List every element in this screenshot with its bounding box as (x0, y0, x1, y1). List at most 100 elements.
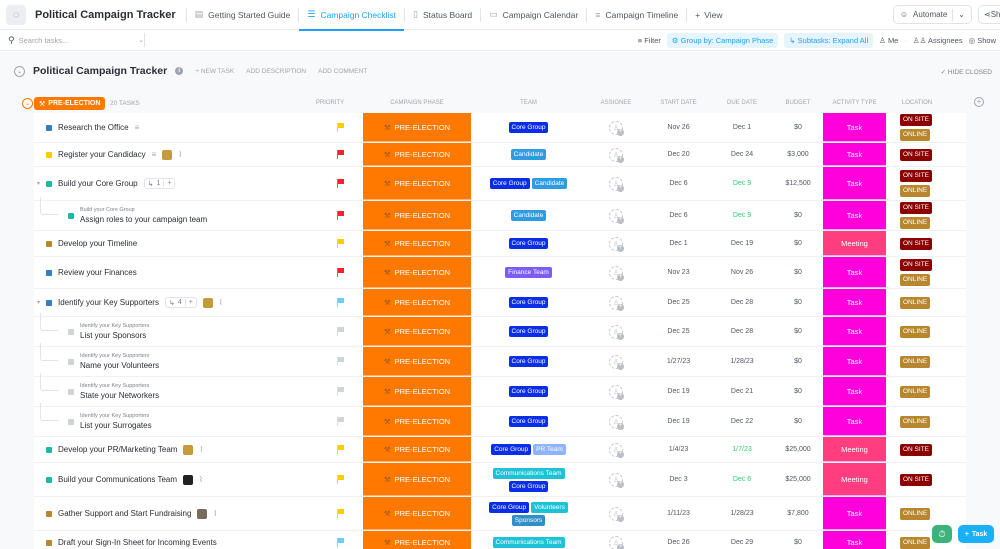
assignee-cell[interactable]: ♙ + (586, 113, 646, 142)
assignee-cell[interactable]: ♙ + (586, 531, 646, 549)
column-header-campaign-phase[interactable]: CAMPAIGN PHASE (363, 100, 471, 106)
assignee-cell[interactable]: ♙ + (586, 497, 646, 530)
task-name-cell[interactable]: Gather Support and Start Fundraising ⌇ (34, 497, 319, 530)
team-cell[interactable]: Core Group PR Team (471, 437, 586, 462)
add-assignee-icon[interactable]: ♙ + (609, 265, 624, 281)
chevron-down-icon[interactable]: ⌄ (958, 10, 965, 19)
status-indicator[interactable] (46, 476, 52, 483)
priority-cell[interactable] (319, 347, 363, 376)
activity-type-cell[interactable]: Task (823, 257, 886, 288)
add-assignee-icon[interactable]: ♙ + (609, 535, 624, 549)
task-name-cell[interactable]: Develop your Timeline (34, 231, 319, 256)
due-date[interactable]: Nov 26 (711, 257, 773, 288)
start-date[interactable]: 1/27/23 (646, 347, 711, 376)
due-date[interactable]: Dec 19 (711, 231, 773, 256)
campaign-phase-cell[interactable]: ⚒ PRE-ELECTION (363, 257, 471, 288)
column-header-location[interactable]: LOCATION (892, 100, 942, 106)
campaign-phase-cell[interactable]: ⚒ PRE-ELECTION (363, 497, 471, 530)
status-indicator[interactable] (46, 269, 52, 276)
task-name-cell[interactable]: Identify your Key Supporters List your Sp… (34, 313, 319, 346)
team-cell[interactable]: Core Group (471, 113, 586, 142)
column-header-start-date[interactable]: START DATE (646, 100, 711, 106)
parent-task-link[interactable]: Identify your Key Supporters (80, 323, 149, 329)
status-indicator[interactable] (46, 510, 52, 517)
status-indicator[interactable] (68, 418, 74, 425)
hide-closed-button[interactable]: ✓ HIDE CLOSED (941, 68, 992, 76)
task-name-cell[interactable]: Identify your Key Supporters State your N… (34, 373, 319, 406)
activity-type-cell[interactable]: Task (823, 201, 886, 230)
add-assignee-icon[interactable]: ♙ + (609, 120, 624, 136)
task-name[interactable]: Identify your Key Supporters (58, 298, 159, 307)
task-name-cell[interactable]: ▾ Identify your Key Supporters ↳ 4 + ⌇ (34, 289, 319, 316)
task-name-cell[interactable]: Register your Candidacy ≡ ⌇ (34, 143, 319, 166)
task-name[interactable]: List your Sponsors (80, 331, 149, 340)
location-cell[interactable]: ON SITE ONLINE (900, 257, 960, 288)
location-cell[interactable]: ON SITE ONLINE (900, 113, 960, 142)
space-icon[interactable]: ◌ (6, 4, 26, 25)
start-date[interactable]: Dec 26 (646, 531, 711, 549)
team-cell[interactable]: Core Group (471, 289, 586, 316)
start-date[interactable]: Dec 25 (646, 289, 711, 316)
status-indicator[interactable] (46, 299, 52, 306)
tab-campaign-timeline[interactable]: ≡ Campaign Timeline (587, 0, 686, 30)
priority-cell[interactable] (319, 407, 363, 436)
priority-cell[interactable] (319, 377, 363, 406)
campaign-phase-cell[interactable]: ⚒ PRE-ELECTION (363, 463, 471, 496)
location-cell[interactable]: ONLINE (900, 377, 960, 406)
location-cell[interactable]: ON SITE (900, 437, 960, 462)
budget[interactable]: $0 (773, 231, 823, 256)
team-cell[interactable]: Candidate (471, 201, 586, 230)
assignee-cell[interactable]: ♙ + (586, 437, 646, 462)
task-row[interactable]: ▾ Identify your Key Supporters ↳ 4 + ⌇ ⚒ PRE-EL… (34, 289, 966, 317)
add-assignee-icon[interactable]: ♙ + (609, 236, 624, 252)
column-header-activity-type[interactable]: ACTIVITY TYPE (823, 100, 886, 106)
task-name[interactable]: Build your Core Group (58, 179, 138, 188)
tab-status-board[interactable]: ▯ Status Board (405, 0, 480, 30)
priority-cell[interactable] (319, 463, 363, 496)
task-name[interactable]: Gather Support and Start Fundraising (58, 509, 191, 518)
location-cell[interactable]: ON SITE ONLINE (900, 201, 960, 230)
priority-cell[interactable] (319, 143, 363, 166)
task-name-cell[interactable]: Develop your PR/Marketing Team ⌇ (34, 437, 319, 462)
new-task-fab[interactable]: + Task (958, 525, 994, 543)
parent-task-link[interactable]: Identify your Key Supporters (80, 383, 159, 389)
automate-button[interactable]: ☺ Automate ⌄ (892, 5, 972, 24)
subtask-count-badge[interactable]: ↳ 4 + (164, 297, 197, 308)
budget[interactable]: $12,500 (773, 167, 823, 200)
campaign-phase-cell[interactable]: ⚒ PRE-ELECTION (363, 317, 471, 346)
add-description-button[interactable]: ADD DESCRIPTION (246, 68, 306, 75)
task-name[interactable]: Research the Office (58, 123, 129, 132)
start-date[interactable]: Dec 19 (646, 377, 711, 406)
status-indicator[interactable] (46, 124, 52, 131)
location-cell[interactable]: ONLINE (900, 289, 960, 316)
collapse-group-icon[interactable]: ⌄ (22, 98, 33, 109)
activity-type-cell[interactable]: Meeting (823, 231, 886, 256)
parent-task-link[interactable]: Identify your Key Supporters (80, 413, 152, 419)
task-name[interactable]: Register your Candidacy (58, 150, 146, 159)
budget[interactable]: $25,000 (773, 463, 823, 496)
due-date[interactable]: Dec 22 (711, 407, 773, 436)
task-name-cell[interactable]: Research the Office ≡ (34, 113, 319, 142)
campaign-phase-cell[interactable]: ⚒ PRE-ELECTION (363, 437, 471, 462)
team-cell[interactable]: Communications Team Core Group (471, 463, 586, 496)
task-name-cell[interactable]: ▾ Build your Core Group ↳ 1 + (34, 167, 319, 200)
campaign-phase-cell[interactable]: ⚒ PRE-ELECTION (363, 377, 471, 406)
group-by-button[interactable]: ⚙ Group by: Campaign Phase (666, 33, 779, 48)
me-button[interactable]: ♙ Me (879, 36, 898, 45)
show-button[interactable]: ◎ Show (969, 36, 996, 45)
activity-type-cell[interactable]: Meeting (823, 437, 886, 462)
priority-cell[interactable] (319, 289, 363, 316)
priority-cell[interactable] (319, 113, 363, 142)
start-date[interactable]: Dec 1 (646, 231, 711, 256)
add-assignee-icon[interactable]: ♙ + (609, 384, 624, 400)
task-name[interactable]: Develop your Timeline (58, 239, 137, 248)
budget[interactable]: $0 (773, 377, 823, 406)
campaign-phase-cell[interactable]: ⚒ PRE-ELECTION (363, 347, 471, 376)
priority-cell[interactable] (319, 201, 363, 230)
activity-type-cell[interactable]: Task (823, 113, 886, 142)
team-cell[interactable]: Core Group Volunteers Sponsors (471, 497, 586, 530)
new-task-button[interactable]: + NEW TASK (195, 68, 234, 75)
add-column-icon[interactable]: + (974, 97, 984, 107)
campaign-phase-cell[interactable]: ⚒ PRE-ELECTION (363, 231, 471, 256)
attachment-thumbnail[interactable] (183, 474, 194, 485)
